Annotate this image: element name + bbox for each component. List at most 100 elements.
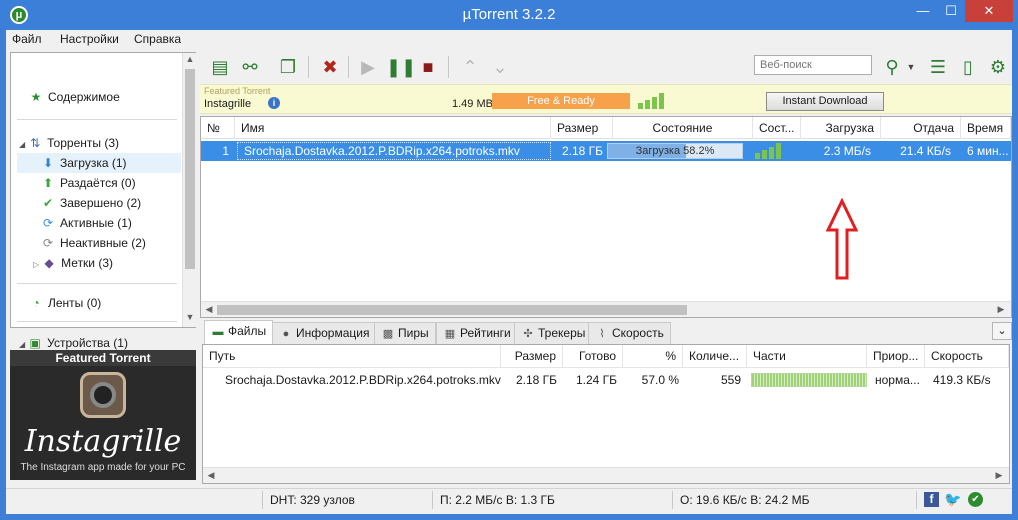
scrollbar-thumb[interactable] [185,69,195,269]
expand-triangle-icon: ◢ [19,140,26,149]
menu-file[interactable]: Файл [12,32,42,46]
scroll-right-arrow-icon[interactable]: ▶ [993,470,1005,481]
divider [17,283,177,284]
sidebar-scrollbar[interactable]: ▲ ▼ [182,53,196,327]
scroll-left-arrow-icon[interactable]: ◀ [203,304,215,315]
move-up-icon[interactable]: ⌃ [458,55,482,79]
torrent-size: 2.18 ГБ [561,144,603,158]
tab-speed[interactable]: ⌇ Скорость [588,322,671,344]
status-divider [432,491,433,509]
health-bars-icon [755,143,795,159]
featured-size: 1.49 MB [452,98,493,110]
sidebar-item-labels[interactable]: ▷ ◆ Метки (3) [33,253,203,273]
col-file-size[interactable]: Размер [501,345,563,367]
col-size[interactable]: Размер [551,117,613,139]
status-divider [672,491,673,509]
upload-arrow-icon: ⬆ [42,176,54,190]
star-icon: ★ [30,90,42,104]
status-bar: DHT: 329 узлов П: 2.2 МБ/с В: 1.3 ГБ О: … [6,488,1012,510]
network-ok-icon[interactable]: ✔ [968,492,983,507]
divider [17,321,177,322]
pause-icon[interactable]: ❚❚ [386,55,416,79]
menu-help[interactable]: Справка [134,32,181,46]
col-name[interactable]: Имя [235,117,551,139]
add-torrent-url-icon[interactable]: ⚯ [238,55,262,79]
file-path[interactable]: Srochaja.Dostavka.2012.P.BDRip.x264.potr… [219,371,501,389]
col-done[interactable]: Готово [563,345,623,367]
torrent-list-hscrollbar[interactable]: ◀ ▶ [201,301,1011,317]
status-download[interactable]: П: 2.2 МБ/с В: 1.3 ГБ [440,492,555,508]
scroll-left-arrow-icon[interactable]: ◀ [205,470,217,481]
torrent-download-speed: 2.3 МБ/s [823,144,871,158]
sidebar-item-feeds[interactable]: ◔ Ленты (0) [29,293,199,313]
facebook-icon[interactable]: f [924,492,939,507]
tab-files[interactable]: ▬ Файлы [204,320,274,344]
remote-device-icon[interactable]: ▯ [956,55,980,79]
inactive-refresh-icon: ⟳ [42,236,54,250]
status-upload[interactable]: О: 19.6 КБ/с В: 24.2 МБ [680,492,809,508]
tab-peers[interactable]: ▩ Пиры [374,322,436,344]
header-divider [203,367,1009,368]
list-view-icon[interactable]: ☰ [926,55,950,79]
client-area: Файл Настройки Справка ★ Содержимое ◢ ⇅ Тор… [6,30,1012,514]
tab-info[interactable]: ● Информация [272,322,377,344]
file-speed: 419.3 КБ/s [933,373,991,387]
close-button[interactable]: ✕ [965,0,1013,22]
collapse-panel-icon[interactable]: ⌄ [992,322,1012,340]
status-dht: DHT: 329 узлов [270,493,355,507]
col-upload[interactable]: Отдача [881,117,961,139]
details-tabs: ▬ Файлы ● Информация ▩ Пиры ▦ Рейтинги ✣ Трек… [200,320,1012,344]
col-file-speed[interactable]: Скорость [925,345,1009,367]
col-pieces[interactable]: Части [747,345,867,367]
search-icon[interactable]: ⚲ [880,55,904,79]
col-number[interactable]: № [201,117,235,139]
minimize-button[interactable]: — [909,0,937,22]
title-bar[interactable]: μ µTorrent 3.2.2 — ☐ ✕ [0,0,1018,30]
settings-gear-icon[interactable]: ⚙ [986,55,1010,79]
twitter-icon[interactable]: 🐦 [944,492,961,507]
col-status[interactable]: Состояние [613,117,753,139]
sidebar-item-torrents[interactable]: ◢ ⇅ Торренты (3) [19,133,189,153]
tab-trackers[interactable]: ✣ Трекеры [514,322,593,344]
signal-bar [762,150,767,159]
signal-bar [769,147,774,159]
info-icon[interactable]: i [268,97,280,109]
menu-settings[interactable]: Настройки [60,32,119,46]
tab-ratings[interactable]: ▦ Рейтинги [436,322,518,344]
toolbar: ▤ ⚯ ❐ ✖ ▶ ❚❚ ■ ⌃ ⌄ ⚲ ▼ ☰ ▯ ⚙ [200,52,1012,82]
col-percent[interactable]: % [623,345,683,367]
scroll-up-arrow-icon[interactable]: ▲ [183,54,197,64]
featured-label: Featured Torrent [204,86,271,96]
featured-torrent-ad[interactable]: Featured Torrent Instagrille The Instagr… [10,350,196,480]
maximize-button[interactable]: ☐ [937,0,965,22]
move-down-icon[interactable]: ⌄ [488,55,512,79]
torrent-list: № Имя Размер Состояние Сост... Загрузка … [200,116,1012,318]
toolbar-divider [448,56,449,78]
table-row[interactable]: 1 Srochaja.Dostavka.2012.P.BDRip.x264.po… [201,141,1011,161]
col-download[interactable]: Загрузка [801,117,881,139]
sidebar-item-content[interactable]: ★ Содержимое [29,87,199,107]
file-priority: норма... [875,373,920,387]
start-icon[interactable]: ▶ [356,55,380,79]
col-health[interactable]: Сост... [753,117,801,139]
sidebar-item-downloading[interactable]: ⬇ Загрузка (1) [17,153,181,173]
col-path[interactable]: Путь [203,345,501,367]
scroll-right-arrow-icon[interactable]: ▶ [995,304,1007,315]
col-pieces-count[interactable]: Количе... [683,345,747,367]
scrollbar-thumb[interactable] [217,305,687,315]
active-refresh-icon: ⟳ [42,216,54,230]
file-list-hscrollbar[interactable]: ◀ ▶ [203,467,1009,483]
torrent-progress-bar: Загрузка 58.2% [607,143,743,159]
col-priority[interactable]: Приор... [867,345,925,367]
web-search-input[interactable] [754,55,872,75]
add-torrent-icon[interactable]: ▤ [208,55,232,79]
search-dropdown-icon[interactable]: ▼ [904,55,918,79]
remove-torrent-icon[interactable]: ✖ [318,55,342,79]
stop-icon[interactable]: ■ [416,55,440,79]
create-torrent-icon[interactable]: ❐ [276,55,300,79]
file-pieces-count: 559 [720,373,741,387]
scroll-down-arrow-icon[interactable]: ▼ [183,312,197,322]
col-eta[interactable]: Время [961,117,1011,139]
speed-graph-icon: ⌇ [599,328,605,340]
instant-download-button[interactable]: Instant Download [766,92,884,111]
